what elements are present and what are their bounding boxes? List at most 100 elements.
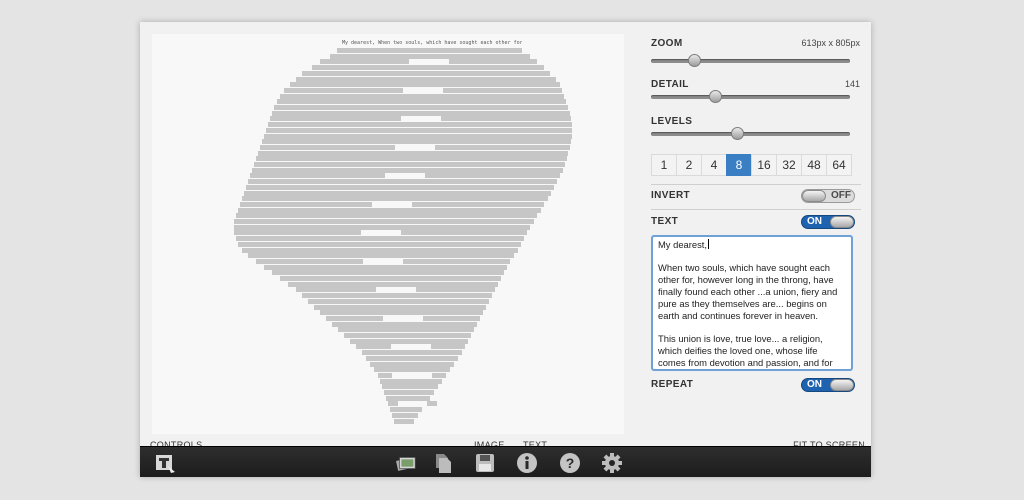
ascii-text-row [266,127,572,133]
source-text-area[interactable]: My dearest, When two souls, which have s… [651,235,853,371]
ascii-text-row [394,418,414,424]
ascii-text-row [256,258,363,264]
ascii-text-row [448,59,537,65]
repeat-label: REPEAT [651,379,694,390]
ascii-text-row [288,281,498,287]
images-icon[interactable] [395,452,417,474]
levels-slider[interactable] [651,127,850,140]
level-option[interactable]: 32 [776,154,802,176]
ascii-text-row [246,184,554,190]
ascii-text-row [248,253,514,259]
ascii-text-row [386,395,430,401]
ascii-text-row [272,110,570,116]
ascii-text-row [338,327,474,333]
ascii-text-row [258,150,568,156]
level-option[interactable]: 4 [701,154,727,176]
text-toggle[interactable]: ON [801,215,855,229]
ascii-text-row [272,270,504,276]
levels-label: LEVELS [651,116,693,127]
ascii-text-row [296,287,376,293]
ascii-text-row [248,179,557,185]
detail-slider-thumb[interactable] [708,90,722,103]
ascii-text-row [280,93,564,99]
ascii-text-row [270,116,401,122]
bottom-toolbar: ? [140,446,871,477]
level-option[interactable]: 2 [676,154,702,176]
repeat-toggle[interactable]: ON [801,378,855,392]
invert-toggle-state: OFF [831,190,851,201]
ascii-text-row [254,162,565,167]
level-option[interactable]: 16 [751,154,777,176]
ascii-text-row [320,310,483,316]
ascii-text-row [260,144,395,150]
zoom-slider[interactable] [651,54,850,67]
detail-slider[interactable] [651,90,850,103]
repeat-toggle-state: ON [807,379,822,390]
ascii-text-row [356,344,391,350]
ascii-text-row [370,361,454,367]
ascii-text-row [415,287,495,293]
ascii-text-row [344,333,471,338]
gear-icon[interactable] [601,452,623,474]
detail-value: 141 [844,79,860,89]
ascii-text-row [244,190,551,196]
ascii-text-row [326,315,383,321]
zoom-label: ZOOM [651,38,683,49]
ascii-text-row [337,48,522,53]
ascii-text-row [312,65,544,71]
ascii-text-row [392,412,418,418]
detail-label: DETAIL [651,79,689,90]
toggle-knob [830,379,854,391]
invert-toggle[interactable]: OFF [801,189,855,203]
divider [651,184,861,185]
ascii-text-row [330,53,530,59]
ascii-text-row [240,201,372,207]
ascii-text-row [252,167,563,173]
app-logo-icon[interactable] [154,452,176,474]
text-paragraph-2: This union is love, true love... a relig… [658,333,833,368]
ascii-text-row [277,99,566,105]
help-icon[interactable]: ? [559,452,581,474]
toggle-knob [802,190,826,202]
ascii-text-row [412,201,544,207]
ascii-text-row [443,87,562,93]
ascii-text-row [403,258,510,264]
ascii-text-row [350,338,468,344]
copy-icon[interactable] [432,452,454,474]
ascii-text-row [242,196,548,202]
toggle-knob [830,216,854,228]
zoom-slider-thumb[interactable] [688,54,702,67]
ascii-text-row [274,105,568,110]
ascii-preview-canvas[interactable]: My dearest, When two souls, which have s… [152,34,624,434]
level-option[interactable]: 8 [726,154,752,176]
ascii-text-row [314,304,486,310]
divider [651,209,861,210]
ascii-text-row [236,213,537,219]
level-option[interactable]: 64 [826,154,852,176]
ascii-text-row [430,344,465,350]
ascii-text-row [400,230,527,236]
ascii-text-row [432,372,446,378]
ascii-text-row [250,173,385,179]
ascii-text-row [268,122,572,128]
save-icon[interactable] [474,452,496,474]
ascii-art-portrait [152,34,624,434]
ascii-text-row [238,207,541,213]
ascii-text-row [362,350,462,356]
ascii-text-row [378,372,392,378]
ascii-text-row [427,401,437,407]
invert-label: INVERT [651,190,691,201]
ascii-text-row [435,144,570,150]
info-icon[interactable] [516,452,538,474]
ascii-text-row [234,224,530,230]
ascii-text-row [264,264,507,270]
level-option[interactable]: 48 [801,154,827,176]
level-option[interactable]: 1 [651,154,677,176]
text-toggle-state: ON [807,216,822,227]
levels-slider-thumb[interactable] [730,127,744,140]
text-paragraph-1: When two souls, which have sought each o… [658,262,838,321]
ascii-text-row [264,133,572,139]
ascii-text-row [280,276,501,281]
ascii-text-row [440,116,571,122]
ascii-text-row [242,247,518,253]
